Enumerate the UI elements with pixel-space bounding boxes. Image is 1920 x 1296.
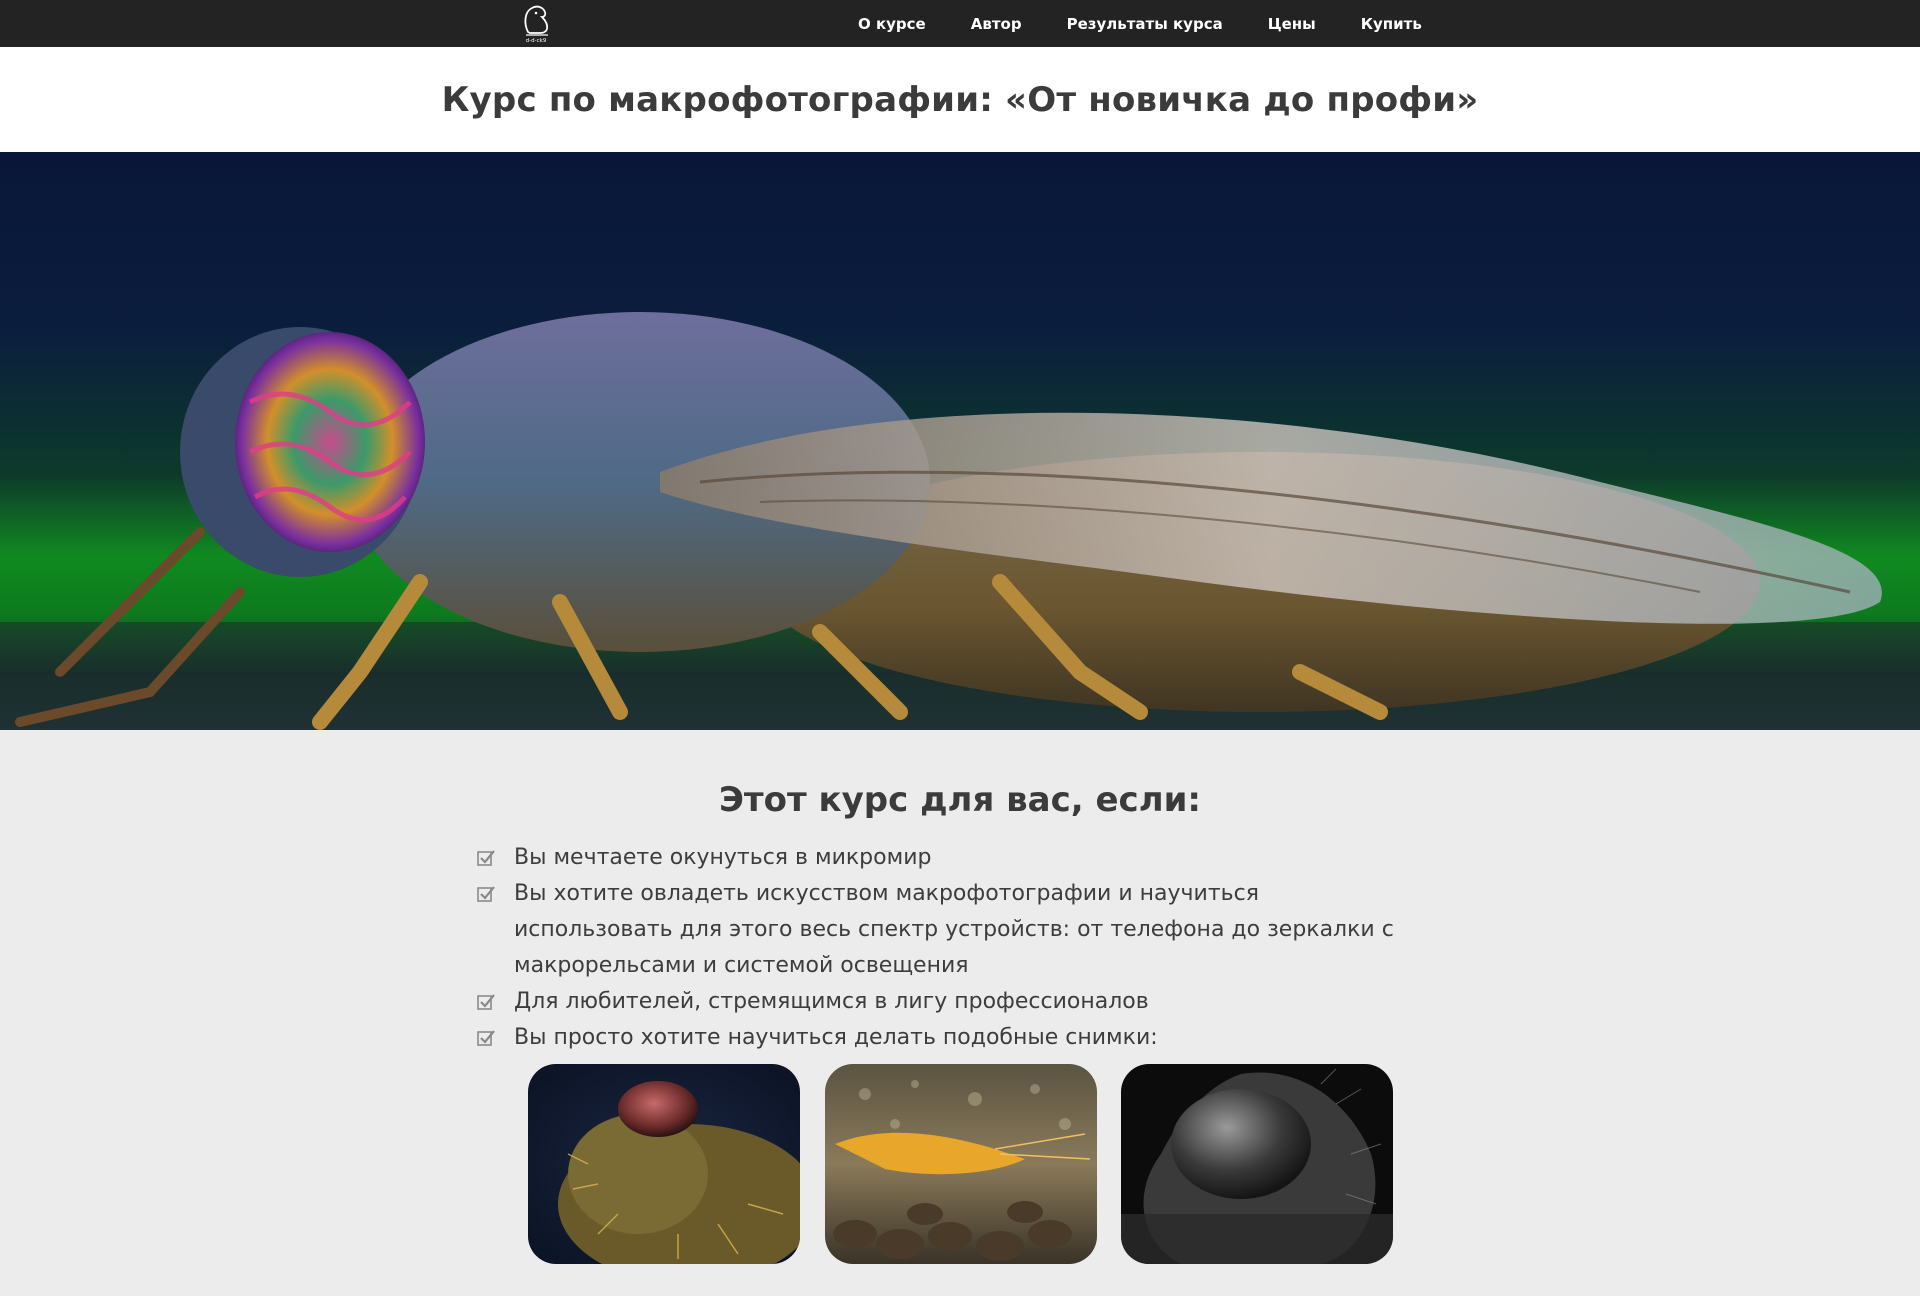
checkbox-checked-icon xyxy=(477,994,495,1010)
audience-heading: Этот курс для вас, если: xyxy=(718,780,1202,820)
site-logo[interactable]: d-d-ck9 xyxy=(518,2,554,44)
hero-horsefly-image xyxy=(0,312,1920,730)
title-band: Курс по макрофотографии: «От новичка до … xyxy=(0,47,1920,152)
list-item: Вы просто хотите научиться делать подобн… xyxy=(474,1020,1414,1056)
top-navbar: d-d-ck9 О курсе Автор Результаты курса Ц… xyxy=(0,0,1920,47)
page-title: Курс по макрофотографии: «От новичка до … xyxy=(441,79,1479,120)
audience-criteria-list: Вы мечтаете окунуться в микромир Вы хоти… xyxy=(474,840,1414,1056)
list-item-text: Вы просто хотите научиться делать подобн… xyxy=(514,1025,1158,1050)
nav-link-buy[interactable]: Купить xyxy=(1361,15,1422,33)
list-item-text: Вы мечтаете окунуться в микромир xyxy=(514,845,932,870)
logo-text: d-d-ck9 xyxy=(526,38,547,44)
shrimp-image xyxy=(825,1064,1097,1264)
gallery-photo-fly-head[interactable] xyxy=(528,1064,800,1264)
checkbox-checked-icon xyxy=(477,850,495,866)
gallery-photo-shrimp[interactable] xyxy=(825,1064,1097,1264)
nav-link-about[interactable]: О курсе xyxy=(858,15,926,33)
nav-link-author[interactable]: Автор xyxy=(971,15,1022,33)
fly-head-image xyxy=(528,1064,800,1264)
main-navigation: О курсе Автор Результаты курса Цены Купи… xyxy=(858,0,1422,47)
checkbox-checked-icon xyxy=(477,1030,495,1046)
checkbox-checked-icon xyxy=(477,886,495,902)
list-item-text: Вы хотите овладеть искусством макрофотог… xyxy=(514,881,1394,978)
nav-link-results[interactable]: Результаты курса xyxy=(1067,15,1223,33)
hero-banner xyxy=(0,152,1920,730)
insect-head-bw-image xyxy=(1121,1064,1393,1264)
duck-logo-icon: d-d-ck9 xyxy=(524,5,549,44)
list-item: Для любителей, стремящимся в лигу профес… xyxy=(474,984,1414,1020)
list-item-text: Для любителей, стремящимся в лигу профес… xyxy=(514,989,1149,1014)
list-item: Вы мечтаете окунуться в микромир xyxy=(474,840,1414,876)
example-photos-gallery xyxy=(528,1064,1393,1264)
gallery-photo-insect-bw[interactable] xyxy=(1121,1064,1393,1264)
nav-link-prices[interactable]: Цены xyxy=(1268,15,1316,33)
list-item: Вы хотите овладеть искусством макрофотог… xyxy=(474,876,1414,984)
